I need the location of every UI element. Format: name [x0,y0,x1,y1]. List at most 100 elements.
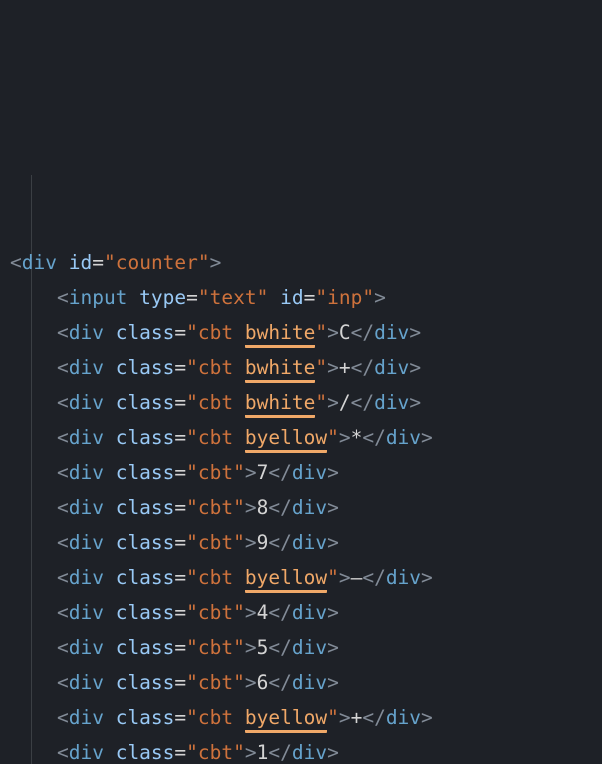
text-content: 7 [257,461,269,484]
angle-bracket: < [57,566,69,589]
tag-name: div [69,636,104,659]
tag-name: div [22,251,57,274]
attr-value: cbt [198,566,245,589]
attr-name: class [116,636,175,659]
code-line[interactable]: <div class="cbt">7</div> [10,455,602,490]
code-line[interactable]: <div class="cbt bwhite">+</div> [10,350,602,385]
code-line[interactable]: <div class="cbt">1</div> [10,735,602,764]
slash: / [362,356,374,379]
code-line[interactable]: <div class="cbt">4</div> [10,595,602,630]
tag-name: input [69,286,128,309]
tag-name: div [386,706,421,729]
angle-bracket: > [409,391,421,414]
code-line[interactable]: <div class="cbt">5</div> [10,630,602,665]
angle-bracket: < [57,671,69,694]
quote: " [186,671,198,694]
code-line[interactable]: <div id="counter"> [10,245,602,280]
angle-bracket: < [57,636,69,659]
attr-name: id [69,251,92,274]
equals: = [174,531,186,554]
angle-bracket: < [362,706,374,729]
equals: = [304,286,316,309]
attr-name: class [116,671,175,694]
angle-bracket: > [327,671,339,694]
code-line[interactable]: <div class="cbt byellow">+</div> [10,700,602,735]
attr-value: inp [327,286,362,309]
code-line[interactable]: <div class="cbt">8</div> [10,490,602,525]
attr-name: class [116,426,175,449]
code-line[interactable]: <div class="cbt bwhite">C</div> [10,315,602,350]
attr-value: cbt [198,706,245,729]
tag-name: div [386,566,421,589]
equals: = [174,601,186,624]
code-line[interactable]: <div class="cbt bwhite">/</div> [10,385,602,420]
quote: " [315,391,327,414]
attr-value: cbt [198,741,233,764]
quote: " [186,426,198,449]
angle-bracket: < [351,391,363,414]
equals: = [174,566,186,589]
angle-bracket: < [57,391,69,414]
attr-value: cbt [198,391,245,414]
angle-bracket: > [421,706,433,729]
text-content: 1 [257,741,269,764]
quote: " [198,251,210,274]
code-line[interactable]: <div class="cbt">6</div> [10,665,602,700]
tag-name: div [374,321,409,344]
slash: / [280,531,292,554]
angle-bracket: > [245,496,257,519]
code-editor[interactable]: <div id="counter"> <input type="text" id… [10,140,602,764]
text-content: * [351,426,363,449]
attr-name: class [116,566,175,589]
angle-bracket: < [268,461,280,484]
equals: = [174,356,186,379]
angle-bracket: < [57,741,69,764]
attr-value: counter [116,251,198,274]
angle-bracket: < [10,251,22,274]
angle-bracket: < [57,461,69,484]
attr-value: cbt [198,321,245,344]
slash: / [374,426,386,449]
code-line[interactable]: <div class="cbt byellow">–</div> [10,560,602,595]
angle-bracket: < [57,601,69,624]
attr-value-warn: bwhite [245,391,315,418]
angle-bracket: > [327,636,339,659]
tag-name: div [292,601,327,624]
quote: " [186,531,198,554]
text-content: 6 [257,671,269,694]
text-content: 8 [257,496,269,519]
angle-bracket: > [409,356,421,379]
angle-bracket: < [268,496,280,519]
text-content: 5 [257,636,269,659]
attr-value-warn: bwhite [245,356,315,383]
equals: = [174,496,186,519]
angle-bracket: < [362,426,374,449]
quote: " [233,601,245,624]
code-line[interactable]: <input type="text" id="inp"> [10,280,602,315]
quote: " [233,496,245,519]
equals: = [174,706,186,729]
slash: / [280,636,292,659]
attr-value: cbt [198,636,233,659]
code-line[interactable]: <div class="cbt byellow">*</div> [10,420,602,455]
attr-name: class [116,531,175,554]
equals: = [174,636,186,659]
attr-name: class [116,391,175,414]
angle-bracket: > [245,531,257,554]
angle-bracket: < [351,321,363,344]
equals: = [174,671,186,694]
equals: = [174,426,186,449]
angle-bracket: > [327,496,339,519]
tag-name: div [292,531,327,554]
tag-name: div [69,741,104,764]
angle-bracket: > [245,601,257,624]
tag-name: div [292,671,327,694]
attr-value-warn: bwhite [245,321,315,348]
equals: = [174,391,186,414]
tag-name: div [69,391,104,414]
slash: / [280,601,292,624]
attr-value: cbt [198,531,233,554]
text-content: + [351,706,363,729]
code-line[interactable]: <div class="cbt">9</div> [10,525,602,560]
tag-name: div [69,671,104,694]
